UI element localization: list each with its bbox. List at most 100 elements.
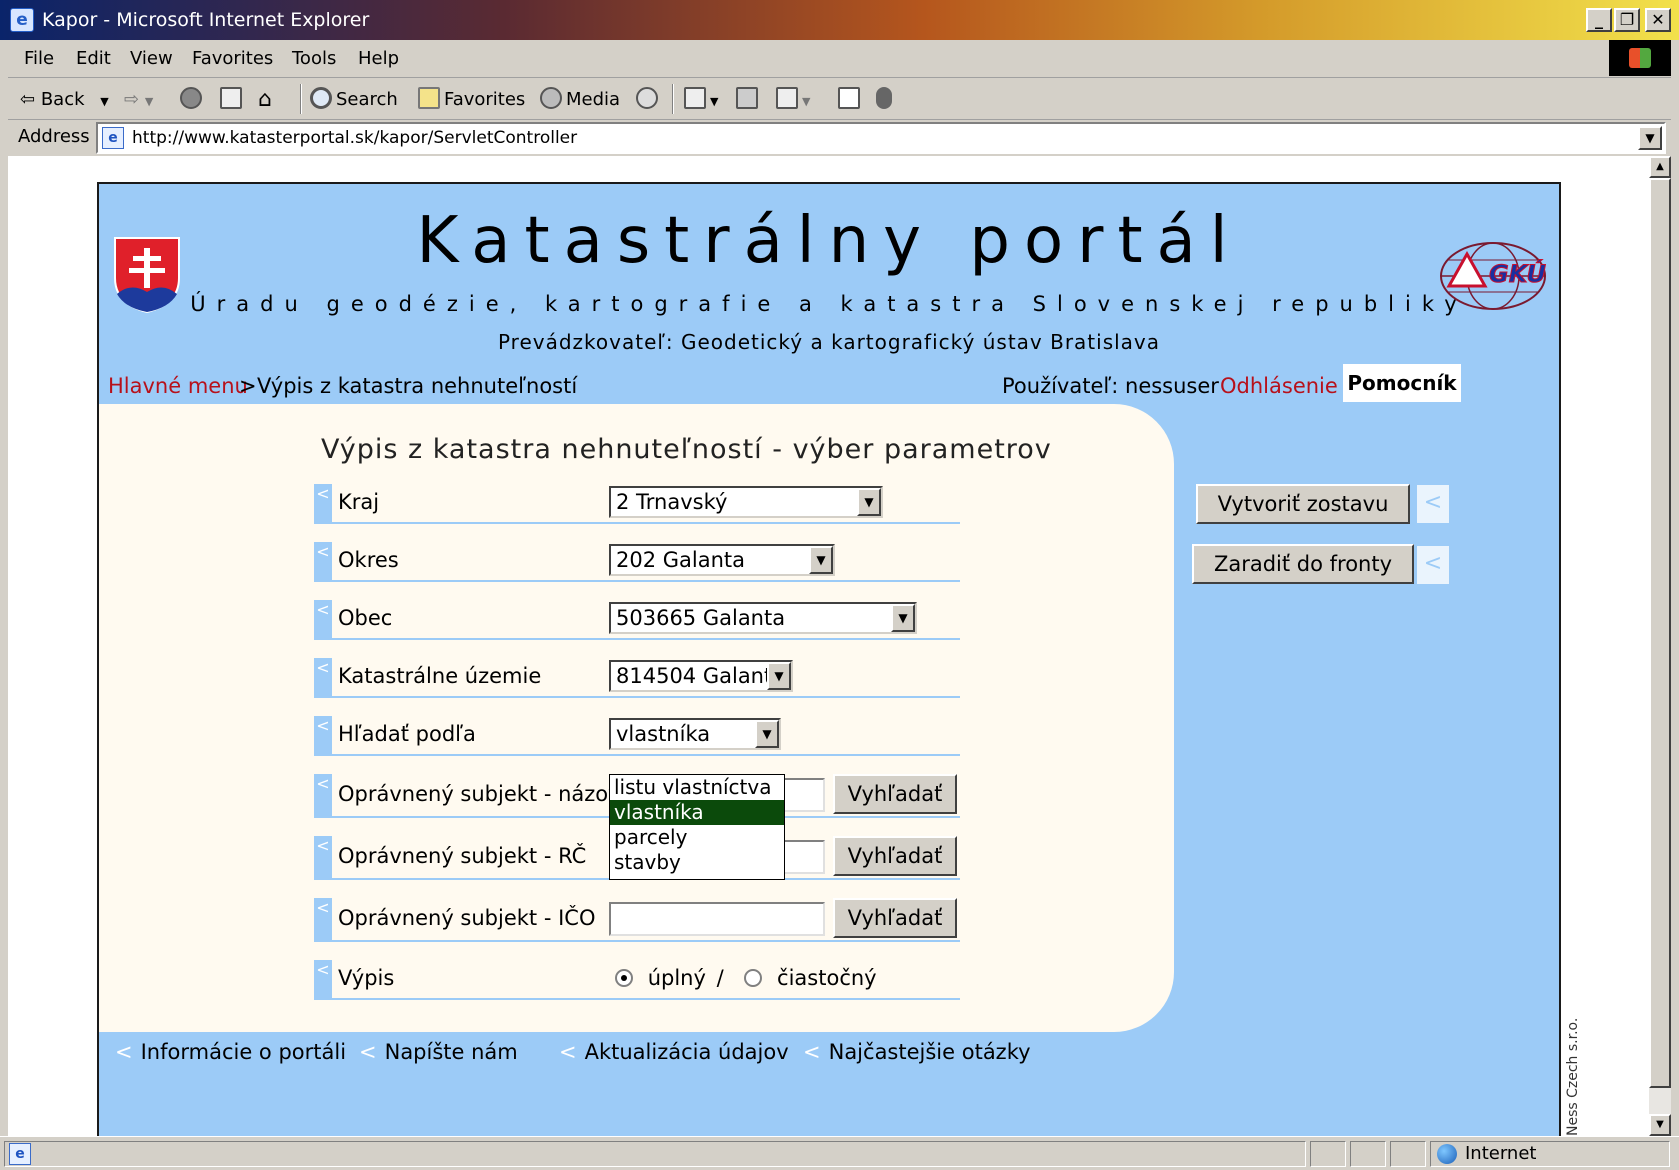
dropdown-option[interactable]: stavby: [610, 850, 784, 875]
home-button[interactable]: ⌂: [258, 86, 272, 114]
status-text-cell: e: [4, 1141, 1306, 1167]
menu-file[interactable]: File: [24, 48, 54, 69]
ico-label: Oprávnený subjekt - IČO: [338, 906, 596, 930]
okres-select[interactable]: 202 Galanta ▼: [609, 544, 835, 576]
close-button[interactable]: ✕: [1645, 8, 1671, 32]
page-status-icon: e: [9, 1143, 31, 1165]
minimize-button[interactable]: _: [1586, 8, 1612, 32]
page-viewport: Katastrálny portál Úradu geodézie, karto…: [8, 156, 1649, 1136]
obec-label: Obec: [338, 606, 393, 630]
footer-link-info[interactable]: < Informácie o portáli: [115, 1040, 346, 1064]
forward-button[interactable]: ⇨ ▼: [124, 86, 153, 114]
hladat-select[interactable]: vlastníka ▼: [609, 718, 781, 750]
discuss-button[interactable]: [838, 86, 864, 114]
status-bar: e Internet: [0, 1136, 1679, 1170]
page-icon: e: [102, 127, 124, 149]
radio-partial-label: čiastočný: [777, 966, 877, 990]
window-title: Kapor - Microsoft Internet Explorer: [42, 9, 370, 31]
chevron-down-icon[interactable]: ▼: [809, 546, 833, 574]
radio-full[interactable]: [615, 969, 633, 987]
chevron-down-icon[interactable]: ▼: [755, 720, 779, 748]
okres-label: Okres: [338, 548, 399, 572]
scroll-thumb[interactable]: [1649, 178, 1671, 1088]
address-dropdown-icon[interactable]: ▼: [1638, 126, 1662, 150]
helper-tab[interactable]: Pomocník: [1343, 364, 1461, 402]
form-title: Výpis z katastra nehnuteľností - výber p…: [321, 434, 1052, 465]
kraj-select[interactable]: 2 Trnavský ▼: [609, 486, 883, 518]
back-arrow-icon: ⇦: [20, 89, 36, 110]
dropdown-option[interactable]: listu vlastníctva: [610, 775, 784, 800]
chevron-down-icon[interactable]: ▼: [767, 662, 791, 690]
restore-button[interactable]: ❐: [1614, 8, 1640, 32]
stop-button[interactable]: [180, 86, 206, 114]
search-button[interactable]: Search: [310, 86, 398, 114]
breadcrumb-separator: >: [239, 374, 257, 398]
scroll-up-icon[interactable]: ▲: [1649, 156, 1671, 178]
queue-button[interactable]: Zaradiť do fronty: [1192, 544, 1414, 584]
radio-partial[interactable]: [744, 969, 763, 987]
logout-link[interactable]: Odhlásenie: [1220, 374, 1338, 398]
menu-favorites[interactable]: Favorites: [192, 48, 273, 69]
scroll-down-icon[interactable]: ▼: [1649, 1114, 1671, 1136]
search-ico-button[interactable]: Vyhľadať: [833, 898, 957, 938]
edit-button[interactable]: ▼: [776, 86, 810, 114]
chevron-left-icon: <: [314, 960, 332, 998]
search-rc-button[interactable]: Vyhľadať: [833, 836, 957, 876]
back-button[interactable]: ⇦ Back ▼: [20, 86, 109, 114]
print-button[interactable]: [736, 86, 762, 114]
chevron-left-icon: <: [314, 716, 332, 754]
hladat-label: Hľadať podľa: [338, 722, 476, 746]
create-report-button[interactable]: Vytvoriť zostavu: [1196, 484, 1410, 524]
ico-input[interactable]: [609, 902, 825, 936]
portal-subtitle: Úradu geodézie, kartografie a katastra S…: [190, 292, 1468, 316]
menu-bar: File Edit View Favorites Tools Help: [8, 40, 1671, 78]
zone-cell: Internet: [1430, 1141, 1670, 1167]
discuss-icon: [838, 87, 860, 109]
rc-label: Oprávnený subjekt - RČ: [338, 844, 587, 868]
media-icon: [540, 87, 562, 109]
vertical-scrollbar[interactable]: ▲ ▼: [1649, 156, 1671, 1136]
obec-select[interactable]: 503665 Galanta ▼: [609, 602, 917, 634]
chevron-left-icon: <: [314, 774, 332, 816]
portal-frame: Katastrálny portál Úradu geodézie, karto…: [97, 182, 1561, 1136]
back-dropdown-icon[interactable]: ▼: [100, 95, 108, 108]
history-icon: [636, 87, 658, 109]
chevron-left-icon: <: [314, 658, 332, 696]
chevron-left-icon: <: [314, 898, 332, 940]
chevron-left-icon: <: [314, 484, 332, 522]
edit-icon: [776, 87, 798, 109]
history-button[interactable]: [636, 86, 662, 114]
footer-link-write[interactable]: < Napíšte nám: [359, 1040, 518, 1064]
messenger-button[interactable]: [876, 86, 896, 114]
messenger-icon: [876, 87, 892, 109]
menu-edit[interactable]: Edit: [76, 48, 111, 69]
footer: < Informácie o portáli < Napíšte nám < Aktu…: [99, 1032, 1559, 1072]
search-nazov-button[interactable]: Vyhľadať: [833, 774, 957, 814]
footer-link-updates[interactable]: < Aktualizácia údajov: [559, 1040, 789, 1064]
menu-view[interactable]: View: [130, 48, 173, 69]
title-bar: e Kapor - Microsoft Internet Explorer _ …: [0, 0, 1679, 40]
chevron-down-icon[interactable]: ▼: [857, 488, 881, 516]
ku-select[interactable]: 814504 Galanta ▼: [609, 660, 793, 692]
breadcrumb-home-link[interactable]: Hlavné menu: [108, 374, 248, 398]
favorites-button[interactable]: Favorites: [418, 86, 525, 114]
gku-logo: GKÚ: [1439, 240, 1551, 312]
chevron-left-icon: <: [1417, 485, 1449, 523]
address-label: Address: [18, 126, 90, 147]
portal-title: Katastrálny portál: [416, 204, 1242, 278]
vypis-label: Výpis: [338, 966, 395, 990]
status-cell: [1350, 1141, 1386, 1167]
dropdown-option[interactable]: parcely: [610, 825, 784, 850]
chevron-left-icon: <: [314, 600, 332, 638]
nav-row: Hlavné menu > Výpis z katastra nehnuteľn…: [99, 368, 1559, 404]
footer-link-faq[interactable]: < Najčastejšie otázky: [803, 1040, 1031, 1064]
media-button[interactable]: Media: [540, 86, 620, 114]
chevron-left-icon: <: [314, 542, 332, 580]
menu-tools[interactable]: Tools: [292, 48, 336, 69]
dropdown-option[interactable]: vlastníka: [610, 800, 784, 825]
menu-help[interactable]: Help: [358, 48, 399, 69]
mail-button[interactable]: ▼: [684, 86, 718, 114]
address-input[interactable]: e http://www.katasterportal.sk/kapor/Ser…: [96, 122, 1666, 154]
chevron-down-icon[interactable]: ▼: [891, 604, 915, 632]
refresh-button[interactable]: [220, 86, 246, 114]
